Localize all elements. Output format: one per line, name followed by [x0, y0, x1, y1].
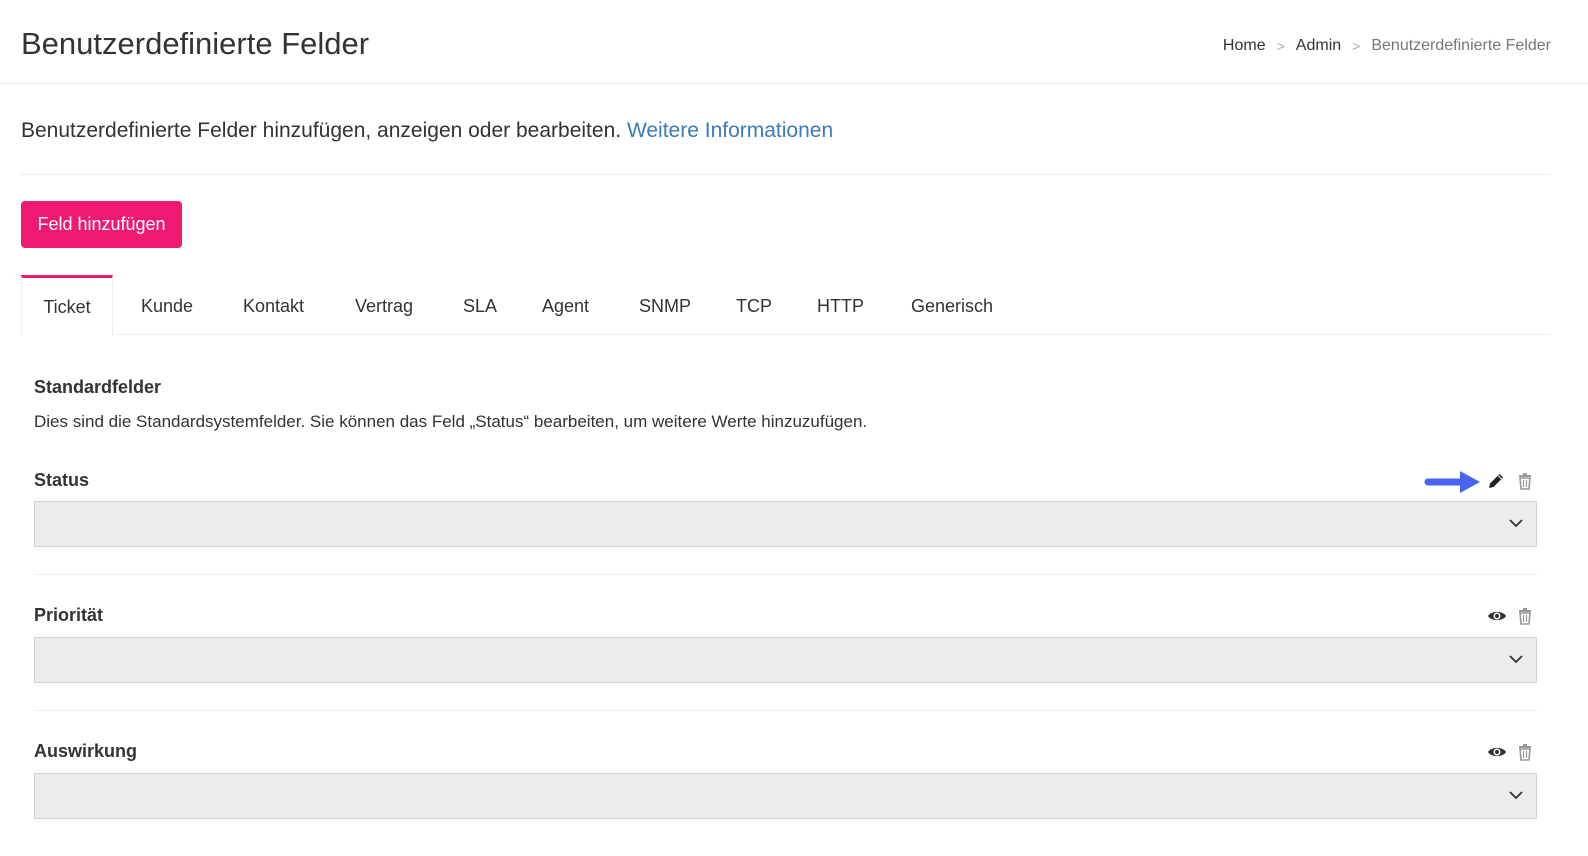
tab-vertrag[interactable]: Vertrag: [355, 275, 413, 335]
tab-sla[interactable]: SLA: [463, 275, 497, 335]
prioritaet-select[interactable]: [34, 637, 1537, 683]
pencil-icon[interactable]: [1487, 472, 1505, 490]
annotation-arrow-icon: [1424, 471, 1480, 493]
tab-ticket[interactable]: Ticket: [21, 275, 113, 335]
section-description: Dies sind die Standardsystemfelder. Sie …: [34, 412, 868, 431]
chevron-down-icon: [1509, 655, 1523, 664]
chevron-down-icon: [1509, 519, 1523, 528]
more-info-link[interactable]: Weitere Informationen: [627, 119, 833, 142]
tab-http[interactable]: HTTP: [817, 275, 864, 335]
trash-icon[interactable]: [1516, 743, 1534, 761]
field-label-prioritaet: Priorität: [34, 605, 104, 625]
chevron-down-icon: [1509, 791, 1523, 800]
field-label-status: Status: [34, 470, 90, 490]
eye-icon[interactable]: [1487, 607, 1507, 625]
breadcrumb-separator: >: [1352, 38, 1361, 54]
page-title: Benutzerdefinierte Felder: [21, 26, 370, 61]
section-title: Standardfelder: [34, 377, 162, 397]
tab-kontakt[interactable]: Kontakt: [243, 275, 304, 335]
intro-text: Benutzerdefinierte Felder hinzufügen, an…: [21, 119, 833, 143]
tab-kunde[interactable]: Kunde: [141, 275, 193, 335]
intro-description: Benutzerdefinierte Felder hinzufügen, an…: [21, 119, 622, 142]
breadcrumb-current: Benutzerdefinierte Felder: [1371, 37, 1551, 54]
add-field-button[interactable]: Feld hinzufügen: [21, 201, 182, 248]
trash-icon[interactable]: [1516, 472, 1534, 490]
divider: [21, 174, 1551, 175]
field-label-auswirkung: Auswirkung: [34, 741, 138, 761]
breadcrumb-admin[interactable]: Admin: [1296, 37, 1341, 55]
divider: [34, 710, 1537, 711]
auswirkung-select[interactable]: [34, 773, 1537, 819]
eye-icon[interactable]: [1487, 743, 1507, 761]
tab-snmp[interactable]: SNMP: [639, 275, 691, 335]
page-header: Benutzerdefinierte Felder Home > Admin >…: [0, 0, 1588, 84]
tab-agent[interactable]: Agent: [542, 275, 589, 335]
breadcrumb-separator: >: [1276, 38, 1285, 54]
divider: [34, 574, 1537, 575]
trash-icon[interactable]: [1516, 607, 1534, 625]
status-select[interactable]: [34, 501, 1537, 547]
tab-tcp[interactable]: TCP: [736, 275, 772, 335]
tab-generisch[interactable]: Generisch: [911, 275, 993, 335]
breadcrumb: Home > Admin > Benutzerdefinierte Felder: [1223, 37, 1551, 55]
breadcrumb-home[interactable]: Home: [1223, 37, 1266, 55]
tab-bar: Ticket Kunde Kontakt Vertrag SLA Agent S…: [21, 275, 1551, 335]
